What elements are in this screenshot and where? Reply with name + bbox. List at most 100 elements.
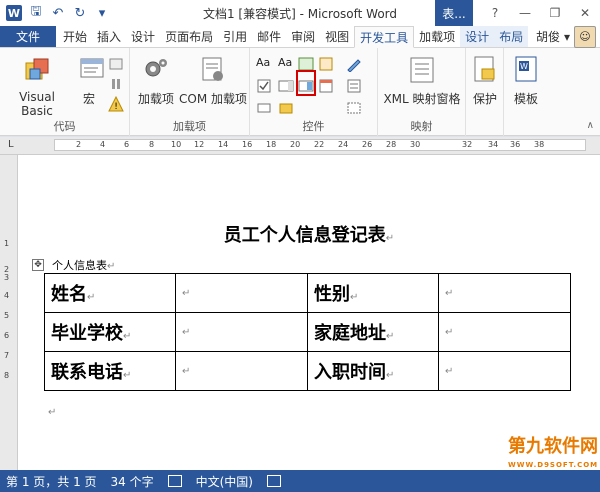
legacy-tools-icon[interactable] — [278, 100, 294, 116]
status-bar: 第 1 页，共 1 页 34 个字 中文(中国) — [0, 470, 600, 492]
word-count[interactable]: 34 个字 — [111, 473, 154, 490]
table-cell[interactable]: ↵ — [438, 351, 571, 391]
tab-addins[interactable]: 加载项 — [414, 26, 460, 47]
window-controls: ? — ❐ ✕ — [480, 0, 600, 26]
table-cell[interactable]: ↵ — [438, 312, 571, 352]
tab-home[interactable]: 开始 — [58, 26, 92, 47]
ruler-number: 36 — [510, 140, 521, 149]
tab-file[interactable]: 文件 — [0, 26, 57, 47]
properties-icon[interactable] — [346, 78, 362, 94]
paragraph-mark: ↵ — [107, 261, 116, 272]
macro-security-icon[interactable]: ! — [108, 96, 124, 112]
tab-page-layout[interactable]: 页面布局 — [160, 26, 218, 47]
ruler-number: 6 — [4, 331, 10, 340]
table-cell[interactable]: 家庭地址↵ — [307, 312, 439, 352]
table-cell[interactable]: ↵ — [438, 273, 571, 313]
minimize-button[interactable]: — — [510, 0, 540, 26]
paragraph-mark: ↵ — [182, 365, 191, 377]
table-move-handle-icon[interactable]: ✥ — [32, 259, 44, 271]
horizontal-ruler[interactable]: L 2 4 6 8 10 12 14 16 18 20 22 24 26 28 … — [0, 137, 600, 155]
ruler-number: 10 — [171, 140, 182, 149]
pause-recording-icon[interactable] — [108, 76, 124, 92]
group-controls-label: 控件 — [302, 120, 325, 133]
table-cell[interactable]: ↵ — [175, 273, 308, 313]
table-cell[interactable]: 姓名↵ — [44, 273, 176, 313]
undo-icon[interactable]: ↶ — [50, 5, 66, 21]
page-count[interactable]: 第 1 页，共 1 页 — [6, 473, 97, 490]
tab-mailings[interactable]: 邮件 — [252, 26, 286, 47]
visual-basic-button[interactable]: Visual Basic — [2, 54, 72, 118]
paragraph-mark: ↵ — [350, 292, 359, 303]
paragraph-mark: ↵ — [445, 287, 454, 299]
document-template-icon: W — [510, 54, 542, 86]
cell-text: 姓名 — [51, 284, 87, 305]
combo-box-control-icon[interactable] — [278, 78, 294, 94]
cell-text: 性别 — [314, 284, 350, 305]
table-row: 联系电话↵ ↵ 入职时间↵ ↵ — [44, 351, 571, 391]
tab-insert[interactable]: 插入 — [92, 26, 126, 47]
tab-design[interactable]: 设计 — [126, 26, 160, 47]
addins-button[interactable]: 加载项 — [136, 54, 176, 107]
ruler-number: 2 — [76, 140, 82, 149]
template-label: 模板 — [513, 92, 538, 106]
tab-table-design[interactable]: 设计 — [460, 26, 495, 47]
macro-record-status-icon[interactable] — [267, 475, 281, 487]
rich-text-control-icon[interactable]: Aa — [256, 56, 272, 72]
record-macro-icon[interactable] — [108, 56, 124, 72]
vertical-ruler[interactable]: 1 2 3 4 5 6 7 8 — [0, 155, 18, 470]
document-page[interactable]: 员工个人信息登记表↵ ✥ 个人信息表↵ 姓名↵ ↵ 性别↵ ↵ 毕业学校↵ ↵ … — [18, 155, 600, 470]
xml-mapping-pane-button[interactable]: XML 映射窗格 — [380, 54, 464, 107]
ruler-number: 20 — [290, 140, 301, 149]
cell-text: 联系电话 — [51, 362, 123, 383]
user-dropdown-icon: ▾ — [563, 29, 570, 44]
addins-label: 加载项 — [137, 92, 174, 106]
paragraph-mark: ↵ — [182, 326, 191, 338]
watermark-text: 第九软件网 — [508, 436, 598, 457]
ribbon-developer: Visual Basic 宏 ! 代码 加载项 COM 加载项 加载项 Aa A… — [0, 48, 600, 136]
design-mode-icon[interactable] — [346, 56, 362, 72]
table-caption-text: 个人信息表 — [52, 259, 107, 272]
customize-qat-icon[interactable]: ▾ — [94, 5, 110, 21]
table-cell[interactable]: 性别↵ — [307, 273, 439, 313]
help-button[interactable]: ? — [480, 0, 510, 26]
tab-table-layout[interactable]: 布局 — [494, 26, 529, 47]
group-mapping: XML 映射窗格 映射 — [378, 48, 466, 136]
table-cell[interactable]: 联系电话↵ — [44, 351, 176, 391]
user-name: 胡俊 — [535, 30, 560, 44]
restore-button[interactable]: ❐ — [540, 0, 570, 26]
protect-button[interactable]: 保护 — [468, 54, 502, 107]
svg-text:!: ! — [114, 102, 118, 112]
ruler-number: 38 — [534, 140, 545, 149]
proofing-icon[interactable] — [167, 475, 182, 487]
tab-review[interactable]: 审阅 — [286, 26, 320, 47]
table-tools-context-title: 表... — [435, 0, 473, 26]
macros-button[interactable]: 宏 — [76, 54, 104, 107]
tab-developer[interactable]: 开发工具 — [354, 26, 415, 48]
paragraph-mark: ↵ — [445, 365, 454, 377]
building-block-control-icon[interactable] — [318, 56, 334, 72]
redo-icon[interactable]: ↻ — [72, 5, 88, 21]
ruler-number: 32 — [462, 140, 473, 149]
language-indicator[interactable]: 中文(中国) — [196, 473, 253, 490]
date-picker-control-icon[interactable] — [318, 78, 334, 94]
repeating-section-icon[interactable] — [256, 100, 272, 116]
template-button[interactable]: W 模板 — [506, 54, 546, 107]
table-cell[interactable]: ↵ — [175, 351, 308, 391]
tab-references[interactable]: 引用 — [218, 26, 252, 47]
close-button[interactable]: ✕ — [570, 0, 600, 26]
plain-text-control-icon[interactable]: Aa — [278, 56, 294, 72]
user-account[interactable]: 胡俊 ▾ ☺ — [535, 25, 600, 48]
save-icon[interactable]: 🖫 — [28, 4, 44, 21]
table-cell[interactable]: ↵ — [175, 312, 308, 352]
table-caption[interactable]: 个人信息表↵ — [52, 257, 115, 273]
collapse-ribbon-icon[interactable]: ∧ — [587, 120, 594, 131]
checkbox-control-icon[interactable] — [256, 78, 272, 94]
tab-view[interactable]: 视图 — [320, 26, 354, 47]
ruler-number: 34 — [488, 140, 499, 149]
com-addins-button[interactable]: COM 加载项 — [178, 54, 248, 107]
document-title[interactable]: 员工个人信息登记表↵ — [18, 221, 600, 247]
group-control-icon[interactable] — [346, 100, 362, 116]
table-cell[interactable]: 毕业学校↵ — [44, 312, 176, 352]
tab-selector[interactable]: L — [8, 139, 14, 150]
table-cell[interactable]: 入职时间↵ — [307, 351, 439, 391]
